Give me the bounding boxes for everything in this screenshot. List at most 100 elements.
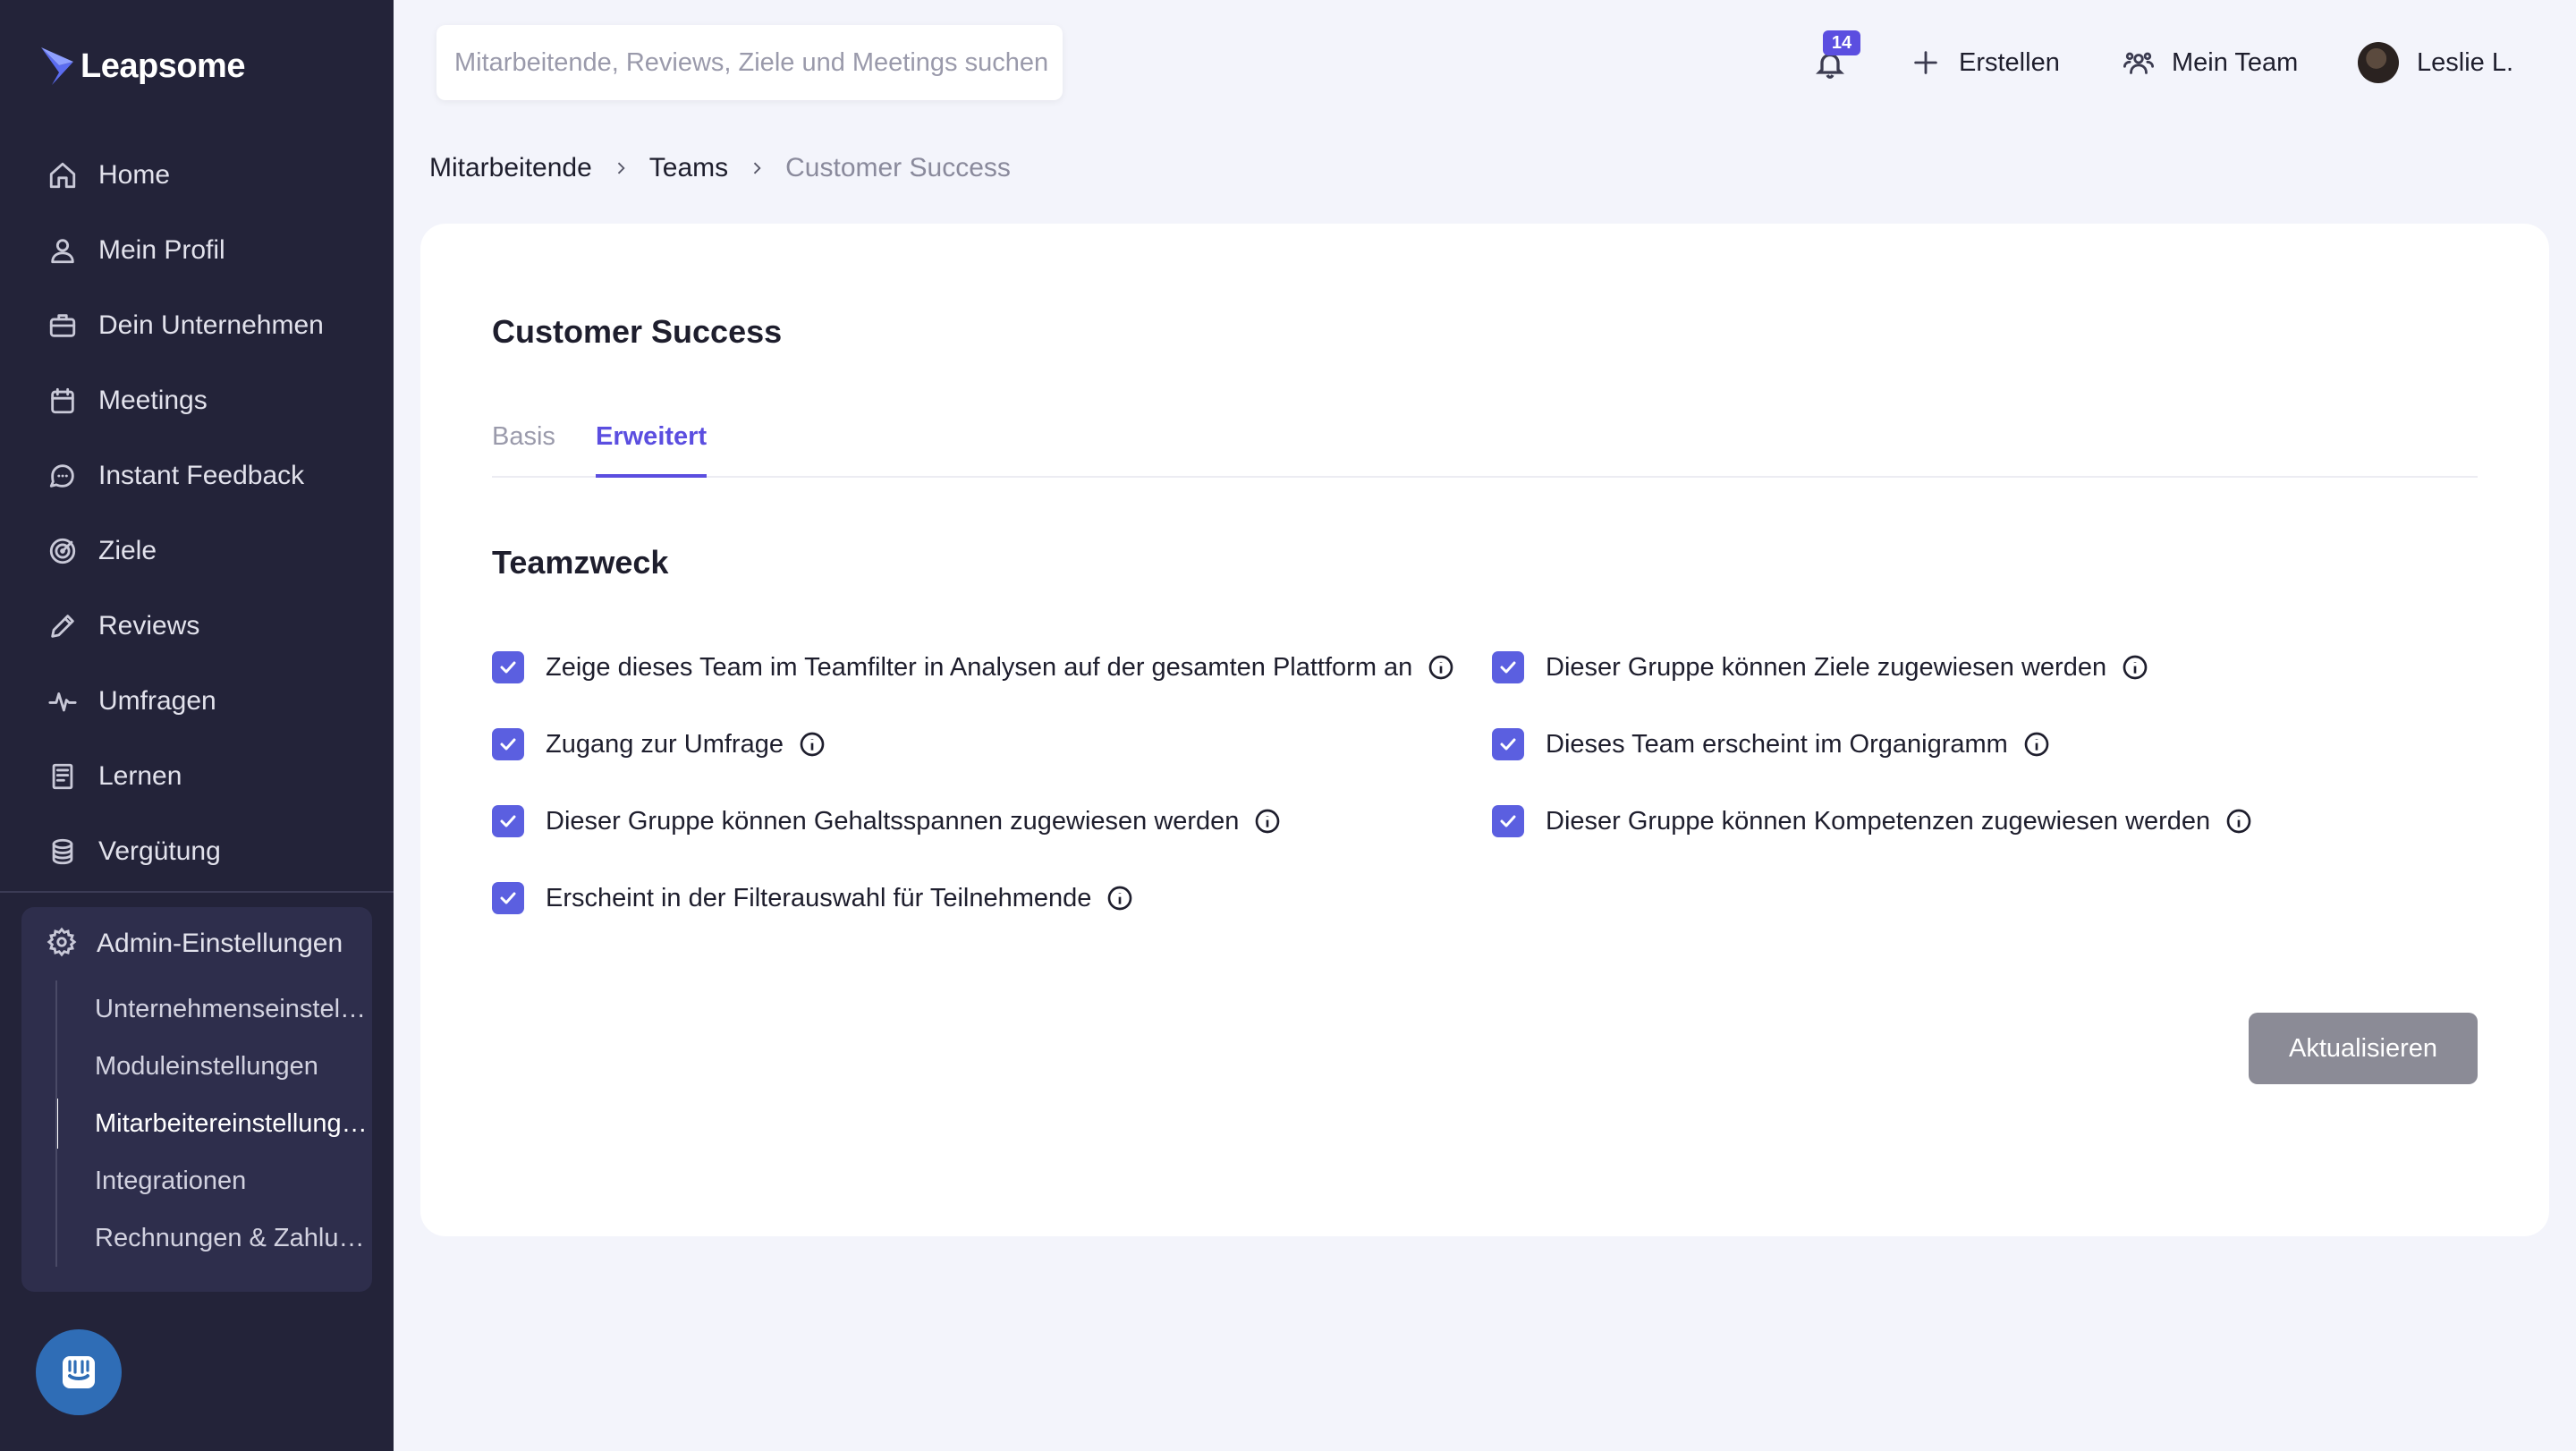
checkbox[interactable]	[1492, 728, 1524, 760]
main-nav: Home Mein Profil Dein Unternehmen Meetin…	[0, 138, 394, 889]
admin-settings-group: Admin-Einstellungen Unternehmenseinstell…	[21, 907, 372, 1292]
leapsome-logo[interactable]: Leapsome	[39, 41, 245, 91]
section-title: Teamzweck	[492, 544, 669, 581]
check-icon	[1500, 738, 1516, 751]
checkbox-label: Erscheint in der Filterauswahl für Teiln…	[546, 883, 1092, 912]
checkbox-row-salary-bands[interactable]: Dieser Gruppe können Gehaltsspannen zuge…	[492, 803, 1282, 839]
checkbox[interactable]	[1492, 805, 1524, 837]
create-button[interactable]: Erstellen	[1911, 38, 2060, 88]
sidebar-item-surveys[interactable]: Umfragen	[0, 664, 394, 739]
checkbox-row-goals[interactable]: Dieser Gruppe können Ziele zugewiesen we…	[1492, 649, 2149, 685]
checkbox-label: Dieser Gruppe können Gehaltsspannen zuge…	[546, 806, 1240, 836]
breadcrumb-teams[interactable]: Teams	[649, 153, 728, 183]
info-icon[interactable]	[2121, 653, 2149, 682]
pencil-icon	[47, 610, 79, 642]
info-icon[interactable]	[2022, 730, 2051, 759]
checkbox[interactable]	[1492, 651, 1524, 683]
sidebar-item-label: Vergütung	[98, 836, 221, 866]
sidebar-item-goals[interactable]: Ziele	[0, 513, 394, 589]
sidebar-item-admin-settings[interactable]: Admin-Einstellungen	[21, 907, 372, 980]
checkbox-row-survey-access[interactable]: Zugang zur Umfrage	[492, 726, 826, 762]
sidebar-item-meetings[interactable]: Meetings	[0, 363, 394, 438]
subnav-item-employee-settings[interactable]: Mitarbeitereinstellungen	[57, 1095, 372, 1152]
sidebar-item-profile[interactable]: Mein Profil	[0, 213, 394, 288]
info-icon[interactable]	[1253, 807, 1282, 836]
subnav-item-label: Integrationen	[95, 1166, 247, 1195]
sidebar-item-label: Mein Profil	[98, 235, 225, 265]
admin-subnav: Unternehmenseinstellungen Moduleinstellu…	[55, 980, 372, 1267]
checkbox[interactable]	[492, 728, 524, 760]
sidebar-item-reviews[interactable]: Reviews	[0, 589, 394, 664]
info-icon[interactable]	[798, 730, 826, 759]
info-icon[interactable]	[1427, 653, 1455, 682]
support-chat-button[interactable]	[36, 1329, 122, 1415]
checkbox-row-participant-filter[interactable]: Erscheint in der Filterauswahl für Teiln…	[492, 880, 1134, 916]
coins-icon	[47, 836, 79, 868]
sidebar-item-label: Umfragen	[98, 686, 216, 716]
chevron-right-icon	[748, 159, 766, 177]
sidebar-divider	[0, 891, 394, 893]
sidebar-item-company[interactable]: Dein Unternehmen	[0, 288, 394, 363]
tabs: Basis Erweitert	[492, 422, 2478, 478]
home-icon	[47, 159, 79, 191]
checkbox-row-org-chart[interactable]: Dieses Team erscheint im Organigramm	[1492, 726, 2051, 762]
update-button[interactable]: Aktualisieren	[2249, 1013, 2478, 1084]
user-menu[interactable]: Leslie L.	[2358, 38, 2513, 88]
info-icon[interactable]	[1106, 884, 1134, 912]
my-team-button[interactable]: Mein Team	[2123, 38, 2298, 88]
checkbox[interactable]	[492, 805, 524, 837]
create-label: Erstellen	[1959, 47, 2060, 77]
checkbox-row-competencies[interactable]: Dieser Gruppe können Kompetenzen zugewie…	[1492, 803, 2253, 839]
gear-icon	[47, 927, 77, 962]
leapsome-bird-icon	[41, 47, 73, 85]
subnav-item-label: Moduleinstellungen	[95, 1051, 318, 1081]
admin-settings-label: Admin-Einstellungen	[97, 929, 343, 958]
sidebar-item-label: Lernen	[98, 761, 182, 791]
tab-basis[interactable]: Basis	[492, 422, 555, 478]
chat-bubble-icon	[47, 460, 79, 492]
check-icon	[1500, 815, 1516, 827]
sidebar-item-label: Ziele	[98, 536, 157, 565]
calendar-icon	[47, 385, 79, 417]
subnav-item-module-settings[interactable]: Moduleinstellungen	[57, 1038, 372, 1095]
checkbox-row-teamfilter[interactable]: Zeige dieses Team im Teamfilter in Analy…	[492, 649, 1455, 685]
subnav-item-company-settings[interactable]: Unternehmenseinstellungen	[57, 980, 372, 1038]
sidebar-item-learning[interactable]: Lernen	[0, 739, 394, 814]
global-search[interactable]	[436, 25, 1063, 100]
check-icon	[500, 815, 516, 827]
checkbox-label: Zeige dieses Team im Teamfilter in Analy…	[546, 652, 1413, 682]
checkbox-label: Zugang zur Umfrage	[546, 729, 784, 759]
chevron-right-icon	[612, 159, 630, 177]
checkbox-label: Dieser Gruppe können Ziele zugewiesen we…	[1546, 652, 2107, 682]
team-settings-card: Customer Success Basis Erweitert Teamzwe…	[420, 224, 2549, 1236]
breadcrumb-employees[interactable]: Mitarbeitende	[429, 153, 592, 183]
sidebar-item-label: Dein Unternehmen	[98, 310, 324, 340]
pulse-icon	[47, 685, 79, 717]
sidebar-item-home[interactable]: Home	[0, 138, 394, 213]
book-icon	[47, 760, 79, 793]
sidebar-item-label: Reviews	[98, 611, 200, 641]
check-icon	[1500, 661, 1516, 674]
subnav-item-label: Rechnungen & Zahlungen	[95, 1223, 369, 1252]
check-icon	[500, 892, 516, 904]
check-icon	[500, 738, 516, 751]
subnav-item-billing[interactable]: Rechnungen & Zahlungen	[57, 1209, 372, 1267]
sidebar-item-compensation[interactable]: Vergütung	[0, 814, 394, 889]
briefcase-icon	[47, 310, 79, 342]
subnav-item-integrations[interactable]: Integrationen	[57, 1152, 372, 1209]
sidebar-item-label: Meetings	[98, 386, 208, 415]
checkbox[interactable]	[492, 651, 524, 683]
check-icon	[500, 661, 516, 674]
info-icon[interactable]	[2224, 807, 2253, 836]
sidebar: Leapsome Home Mein Profil Dein Unternehm…	[0, 0, 394, 1451]
tab-erweitert[interactable]: Erweitert	[596, 422, 708, 478]
page-title: Customer Success	[492, 313, 783, 350]
subnav-item-label: Mitarbeitereinstellungen	[95, 1108, 369, 1138]
checkbox[interactable]	[492, 882, 524, 914]
search-input[interactable]	[454, 47, 1063, 78]
sidebar-item-label: Home	[98, 160, 171, 190]
sidebar-item-instant-feedback[interactable]: Instant Feedback	[0, 438, 394, 513]
checkbox-label: Dieses Team erscheint im Organigramm	[1546, 729, 2008, 759]
my-team-label: Mein Team	[2172, 47, 2299, 77]
target-icon	[47, 535, 79, 567]
